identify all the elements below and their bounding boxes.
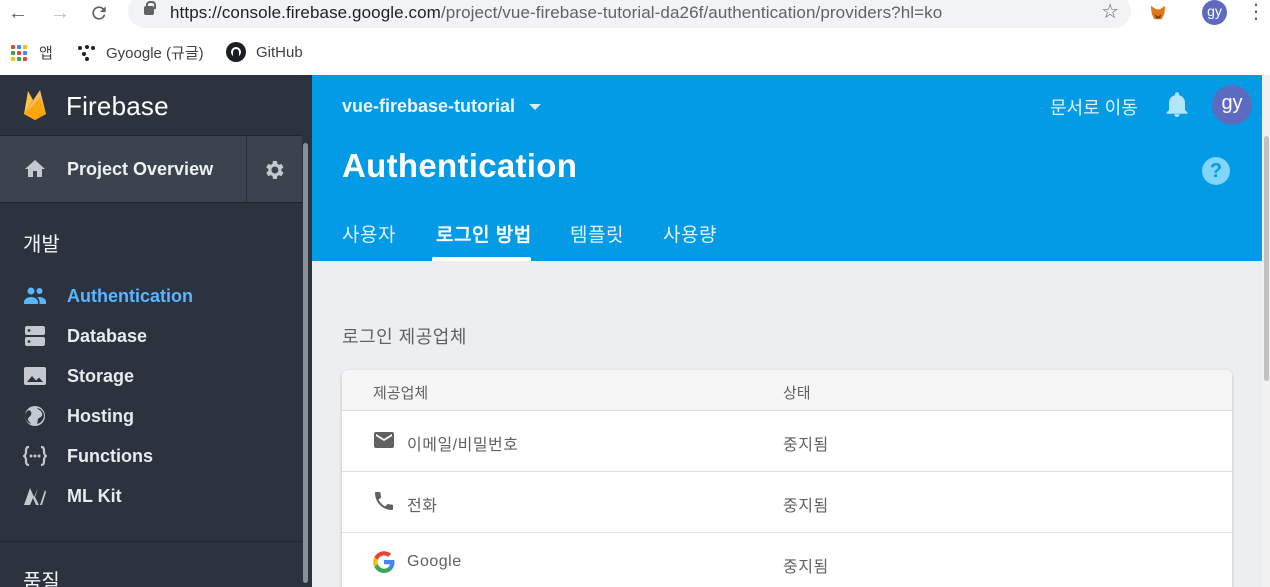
reload-icon[interactable] [87,0,111,26]
sidebar-item-label: Storage [67,366,135,386]
provider-name: 전화 [407,498,438,515]
globe-icon [25,406,45,426]
project-selector[interactable]: vue-firebase-tutorial [342,96,542,117]
tab-templates[interactable]: 템플릿 [570,220,624,247]
project-overview-label: Project Overview [67,159,214,179]
user-avatar[interactable]: gy [1212,85,1252,125]
database-icon [25,326,45,346]
sidebar-item-label: Database [67,326,148,346]
page-header: vue-firebase-tutorial 문서로 이동 gy Authenti… [312,75,1270,261]
sidebar-divider [0,541,302,542]
tab-users[interactable]: 사용자 [342,220,396,247]
sidebar-item-storage[interactable]: Storage [0,356,302,396]
docs-link[interactable]: 문서로 이동 [1050,94,1138,120]
url-path: /project/vue-firebase-tutorial-da26f/aut… [440,3,943,22]
google-icon [373,551,395,573]
bookmark-star-icon[interactable]: ☆ [1101,0,1119,24]
overview-separator [246,136,247,204]
sidebar-item-hosting[interactable]: Hosting [0,396,302,436]
gear-icon[interactable] [262,158,286,182]
page-title: Authentication [342,147,578,184]
phone-icon [375,492,393,510]
firebase-flame-icon [24,90,46,120]
lock-icon [144,1,156,15]
providers-section-title: 로그인 제공업체 [342,327,467,347]
browser-toolbar: ← → https://console.firebase.google.com/… [0,0,1270,30]
provider-status: 중지됨 [783,437,829,454]
section-quality: 품질 [23,571,60,587]
bookmark-apps[interactable]: 앱 [11,42,53,63]
bookmark-label: GitHub [256,43,303,61]
help-icon[interactable]: ? [1202,157,1230,185]
metamask-fox-icon[interactable] [1149,4,1167,22]
people-icon [24,287,46,304]
sidebar-item-label: ML Kit [67,486,122,506]
table-row-email[interactable]: 이메일/비밀번호 중지됨 [342,411,1232,472]
provider-name: Google [407,553,462,570]
mail-icon [374,432,394,448]
apps-grid-icon [11,44,27,61]
image-icon [24,367,46,385]
bookmark-github[interactable]: GitHub [226,42,303,62]
provider-status: 중지됨 [783,498,829,515]
tab-usage[interactable]: 사용량 [663,220,717,247]
provider-status: 중지됨 [783,559,829,576]
address-bar[interactable]: https://console.firebase.google.com/proj… [128,0,1131,28]
home-icon [25,160,45,177]
functions-icon [23,445,47,467]
bookmarks-bar: 앱 Gyoogle (규글) GitHub [0,30,1270,75]
ml-kit-icon [24,488,46,505]
sidebar-item-label: Authentication [67,286,193,306]
bookmark-gyoogle[interactable]: Gyoogle (규글) [78,42,204,63]
dots-icon [78,44,96,61]
bookmark-label: 앱 [39,45,53,62]
section-develop: 개발 [23,234,60,256]
table-header: 제공업체 상태 [342,370,1232,411]
sidebar-scrollbar-thumb[interactable] [303,143,308,583]
sidebar-item-authentication[interactable]: Authentication [0,276,302,316]
forward-arrow-icon[interactable]: → [48,0,72,26]
table-row-phone[interactable]: 전화 중지됨 [342,472,1232,533]
sidebar-item-label: Functions [67,446,153,466]
sidebar-item-ml-kit[interactable]: ML Kit [0,476,302,516]
sidebar-item-functions[interactable]: Functions [0,436,302,476]
tab-sign-in-method[interactable]: 로그인 방법 [436,220,532,247]
bookmark-label: Gyoogle (규글) [106,45,204,62]
bell-icon[interactable] [1165,92,1189,118]
brand[interactable]: Firebase [0,75,312,135]
chevron-down-icon [529,103,542,110]
back-arrow-icon[interactable]: ← [6,0,30,26]
sidebar-item-label: Hosting [67,406,134,426]
project-name: vue-firebase-tutorial [342,96,516,116]
browser-menu-icon[interactable]: ⋮ [1246,1,1266,23]
sidebar: Firebase Project Overview 개발 Authenticat… [0,75,312,587]
project-overview[interactable]: Project Overview [0,135,302,204]
providers-table: 제공업체 상태 이메일/비밀번호 중지됨 전화 중지됨 Google 중지됨 [342,370,1232,587]
url-text[interactable]: https://console.firebase.google.com/proj… [170,3,942,23]
column-header-provider: 제공업체 [373,385,429,402]
table-row-google[interactable]: Google 중지됨 [342,533,1232,587]
column-header-status: 상태 [783,385,811,402]
url-host: https://console.firebase.google.com [170,3,441,22]
provider-name: 이메일/비밀번호 [407,437,519,454]
main-scrollbar-thumb[interactable] [1264,136,1269,381]
brand-name: Firebase [66,91,169,121]
github-icon [226,42,246,62]
main-content: 로그인 제공업체 제공업체 상태 이메일/비밀번호 중지됨 전화 중지됨 Goo… [312,261,1262,587]
browser-profile-avatar[interactable]: gy [1202,0,1227,25]
sidebar-item-database[interactable]: Database [0,316,302,356]
